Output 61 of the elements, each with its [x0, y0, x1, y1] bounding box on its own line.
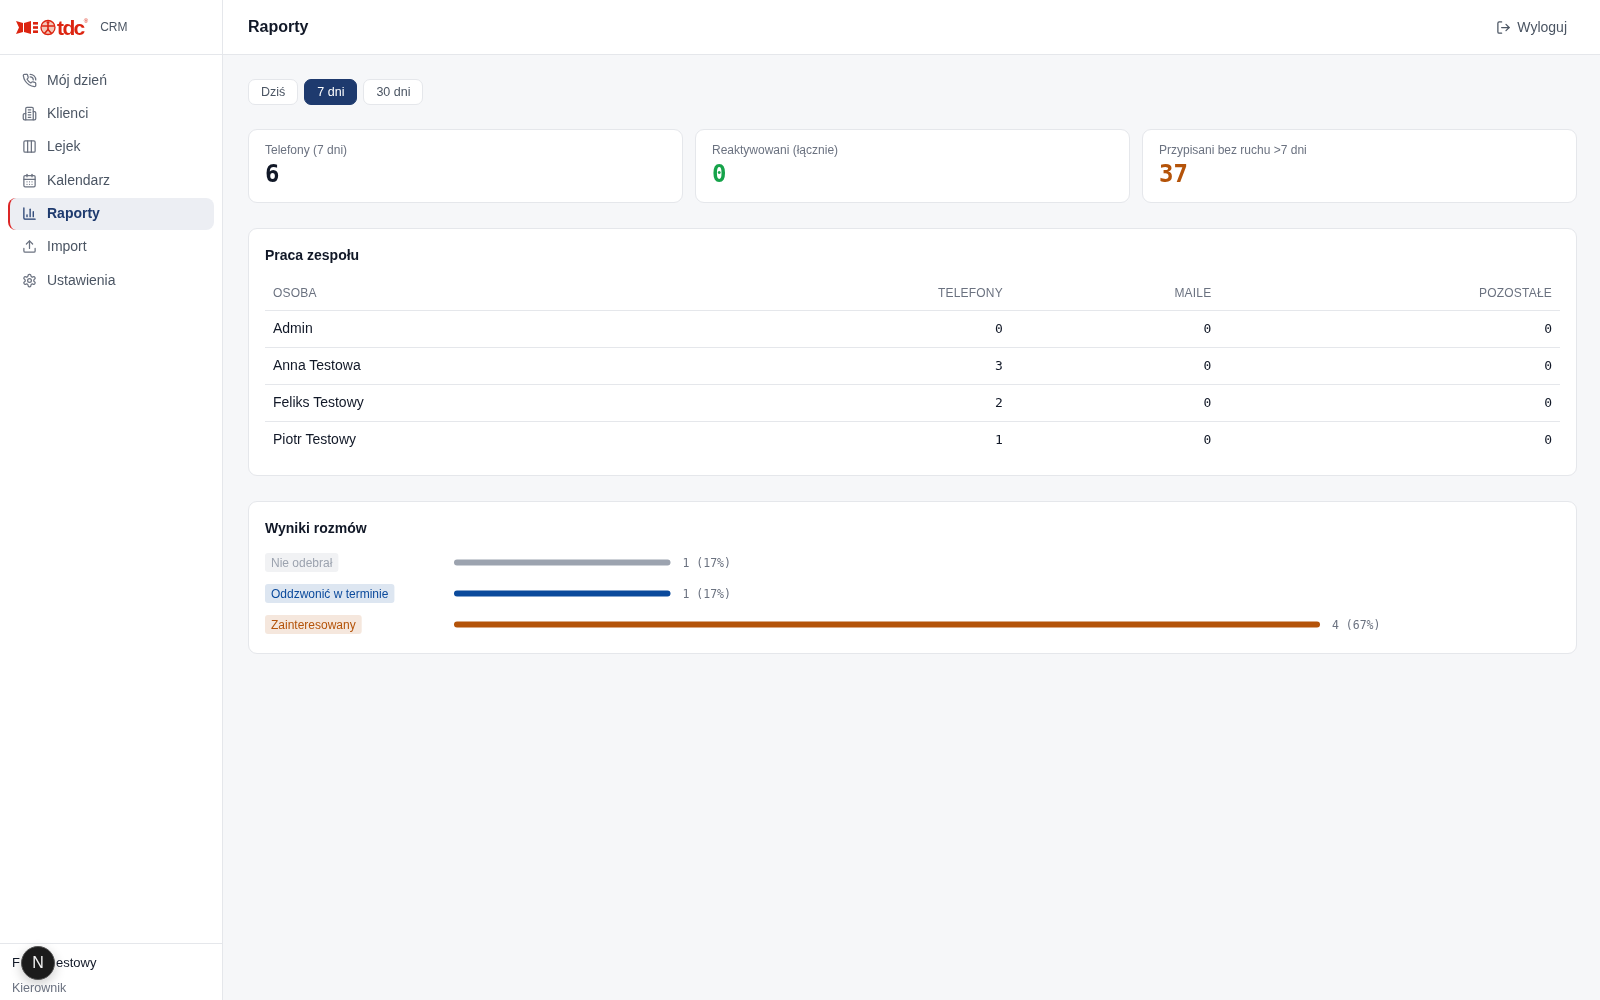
table-cell: 0 [1219, 384, 1560, 421]
table-cell: 0 [1010, 384, 1220, 421]
logo-icon [16, 18, 56, 36]
building-icon [22, 105, 37, 121]
table-cell: Admin [265, 310, 764, 347]
y-tick-label: Nie odebrał [271, 555, 333, 570]
nav-item[interactable]: Import [8, 230, 214, 263]
nav-item[interactable]: Klienci [8, 97, 214, 130]
nav-item[interactable]: Lejek [8, 130, 214, 163]
table-cell: Piotr Testowy [265, 421, 764, 458]
column-header: TELEFONY [763, 276, 1011, 310]
table-cell: 2 [763, 384, 1011, 421]
nav-item[interactable]: Kalendarz [8, 164, 214, 197]
nav-item[interactable]: Ustawienia [8, 264, 214, 297]
table-cell: 1 [763, 421, 1011, 458]
value-label: 4 (67%) [1332, 617, 1381, 632]
calendar-icon [22, 172, 37, 188]
overlay-button[interactable]: N [20, 946, 55, 980]
table-cell: 0 [1010, 347, 1220, 384]
stat-value: 0 [712, 159, 728, 189]
table-cell: 0 [763, 310, 1011, 347]
stat-label: Telefony (7 dni) [265, 143, 349, 157]
stat-value: 37 [1159, 159, 1189, 189]
bar-chart-icon [22, 206, 37, 222]
app-name: CRM [100, 19, 128, 36]
nav-item[interactable]: Mój dzień [8, 64, 214, 96]
value-label: 1 (17%) [682, 586, 731, 601]
period-tab[interactable]: Dziś [248, 79, 299, 105]
column-header: MAILE [1010, 276, 1220, 310]
table-cell: 0 [1219, 310, 1560, 347]
stat-label: Przypisani bez ruchu >7 dni [1159, 143, 1308, 157]
column-header: OSOBA [265, 276, 764, 310]
logo-text: tdc$^{®}$ [57, 16, 89, 38]
table-cell: 0 [1219, 421, 1560, 458]
table-cell: 0 [1010, 421, 1220, 458]
table-cell: Anna Testowa [265, 347, 764, 384]
value-label: 1 (17%) [682, 555, 731, 570]
columns-icon [22, 139, 37, 155]
phone-icon [22, 72, 37, 88]
upload-icon [22, 239, 37, 255]
stat-label: Reaktywowani (łącznie) [712, 143, 840, 157]
panel-title: Wyniki rozmów [265, 519, 368, 537]
nav-item[interactable]: Raporty [8, 197, 214, 230]
panel-title: Praca zespołu [265, 246, 361, 264]
user-name: estowy [55, 954, 97, 973]
y-tick-label: Zainteresowany [271, 617, 356, 632]
period-tab[interactable]: 7 dni [304, 79, 358, 105]
table-cell: 3 [763, 347, 1011, 384]
y-tick-label: Oddzwonić w terminie [271, 586, 389, 601]
table-cell: 0 [1010, 310, 1220, 347]
stat-value: 6 [265, 159, 281, 189]
column-header: POZOSTAŁE [1219, 276, 1560, 310]
table-cell: 0 [1219, 347, 1560, 384]
user-role: Kierownik [12, 981, 68, 995]
logout-icon [1496, 19, 1512, 35]
settings-icon [22, 272, 37, 288]
user-name: F [12, 954, 20, 973]
table-cell: Feliks Testowy [265, 384, 764, 421]
period-tab[interactable]: 30 dni [363, 79, 424, 105]
logout-button[interactable]: Wyloguj [1487, 10, 1576, 44]
page-title: Raporty [248, 17, 309, 37]
